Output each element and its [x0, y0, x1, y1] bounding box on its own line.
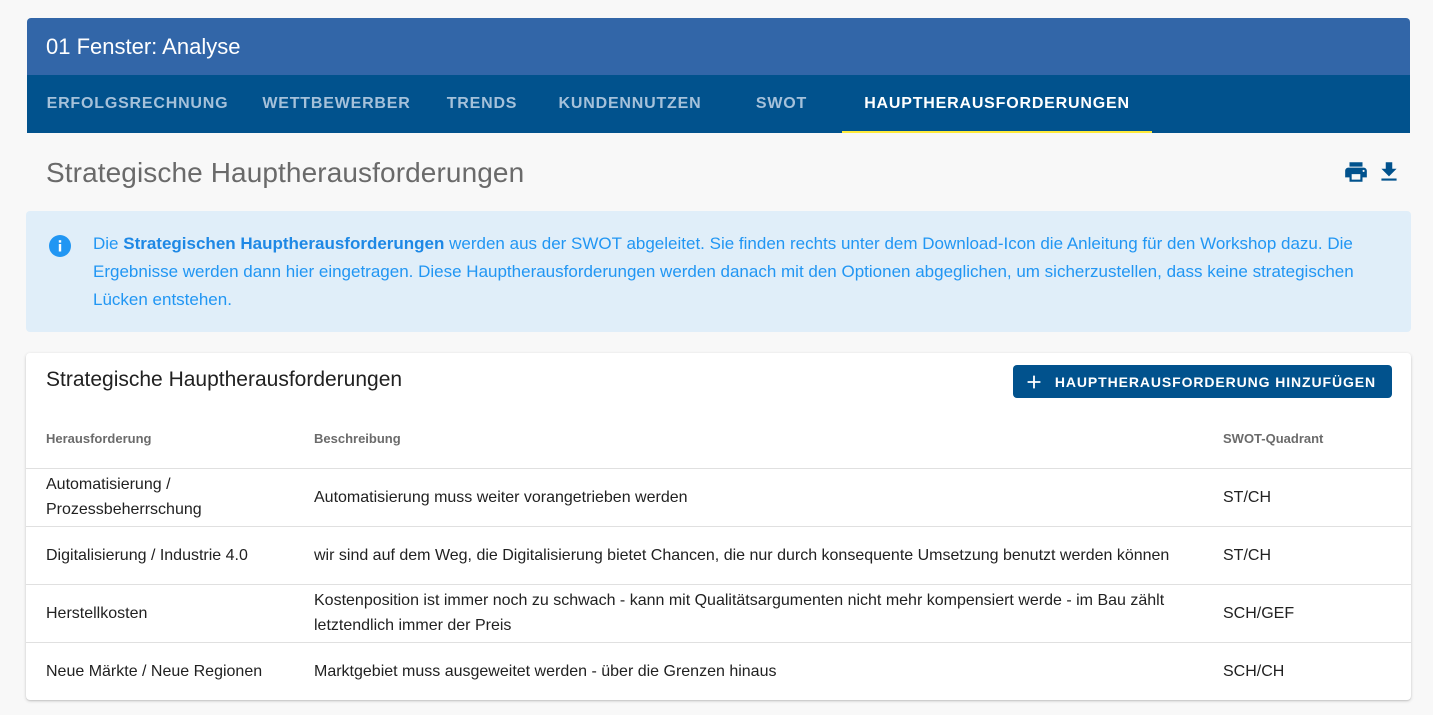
table-row[interactable]: Digitalisierung / Industrie 4.0 wir sind…	[26, 525, 1411, 584]
cell-swot-quadrant: ST/CH	[1223, 467, 1411, 526]
window-title: 01 Fenster: Analyse	[46, 33, 241, 59]
title-bar: 01 Fenster: Analyse	[27, 18, 1410, 75]
cell-swot-quadrant: SCH/GEF	[1223, 583, 1411, 642]
cell-herausforderung: Digitalisierung / Industrie 4.0	[26, 525, 314, 584]
cell-beschreibung: Automatisierung muss weiter vorangetrieb…	[314, 467, 1223, 526]
tab-hauptherausforderungen[interactable]: Hauptherausforderungen	[842, 75, 1152, 133]
challenges-table: Herausforderung Beschreibung SWOT-Quadra…	[26, 411, 1411, 700]
cell-beschreibung: Kostenposition ist immer noch zu schwach…	[314, 583, 1223, 642]
cell-swot-quadrant: SCH/CH	[1223, 641, 1411, 700]
tab-trends[interactable]: Trends	[425, 75, 539, 133]
tab-swot[interactable]: SWOT	[721, 75, 842, 133]
info-banner: Die Strategischen Hauptherausforderungen…	[26, 211, 1411, 332]
cell-beschreibung: Marktgebiet muss ausgeweitet werden - üb…	[314, 641, 1223, 700]
tab-wettbewerber[interactable]: Wettbewerber	[248, 75, 425, 133]
cell-herausforderung: Neue Märkte / Neue Regionen	[26, 641, 314, 700]
column-header-herausforderung[interactable]: Herausforderung	[26, 411, 314, 468]
plus-icon	[1027, 375, 1041, 388]
column-header-beschreibung[interactable]: Beschreibung	[314, 411, 1223, 468]
tab-bar: Erfolgsrechnung Wettbewerber Trends Kund…	[27, 75, 1410, 133]
table-row[interactable]: Automatisierung / Prozessbeherrschung Au…	[26, 467, 1411, 526]
card-title: Strategische Hauptherausforderungen	[46, 368, 403, 391]
tab-kundennutzen[interactable]: Kundennutzen	[539, 75, 721, 133]
print-button[interactable]	[1342, 158, 1370, 186]
cell-beschreibung: wir sind auf dem Weg, die Digitalisierun…	[314, 525, 1223, 584]
info-prefix: Die	[93, 234, 124, 253]
info-icon	[49, 235, 71, 257]
download-button[interactable]	[1375, 158, 1403, 186]
cell-herausforderung: Automatisierung / Prozessbeherrschung	[26, 467, 314, 526]
table-row[interactable]: Neue Märkte / Neue Regionen Marktgebiet …	[26, 641, 1411, 700]
table-header-row: Herausforderung Beschreibung SWOT-Quadra…	[26, 411, 1411, 468]
table-row[interactable]: Herstellkosten Kostenposition ist immer …	[26, 583, 1411, 642]
download-icon	[1381, 162, 1397, 181]
info-emphasis: Strategischen Hauptherausforderungen	[123, 234, 445, 253]
app-header: 01 Fenster: Analyse Erfolgsrechnung Wett…	[27, 18, 1410, 133]
page-title: Strategische Hauptherausforderungen	[46, 157, 525, 188]
print-icon	[1345, 162, 1367, 182]
cell-swot-quadrant: ST/CH	[1223, 525, 1411, 584]
add-challenge-label: Hauptherausforderung hinzufügen	[1054, 373, 1376, 390]
tab-erfolgsrechnung[interactable]: Erfolgsrechnung	[27, 75, 248, 133]
cell-herausforderung: Herstellkosten	[26, 583, 314, 642]
add-challenge-button[interactable]: Hauptherausforderung hinzufügen	[1012, 365, 1392, 398]
challenges-card: Strategische Hauptherausforderungen Haup…	[26, 353, 1411, 700]
column-header-swot-quadrant[interactable]: SWOT-Quadrant	[1223, 411, 1411, 468]
info-message: Die Strategischen Hauptherausforderungen…	[93, 230, 1363, 314]
